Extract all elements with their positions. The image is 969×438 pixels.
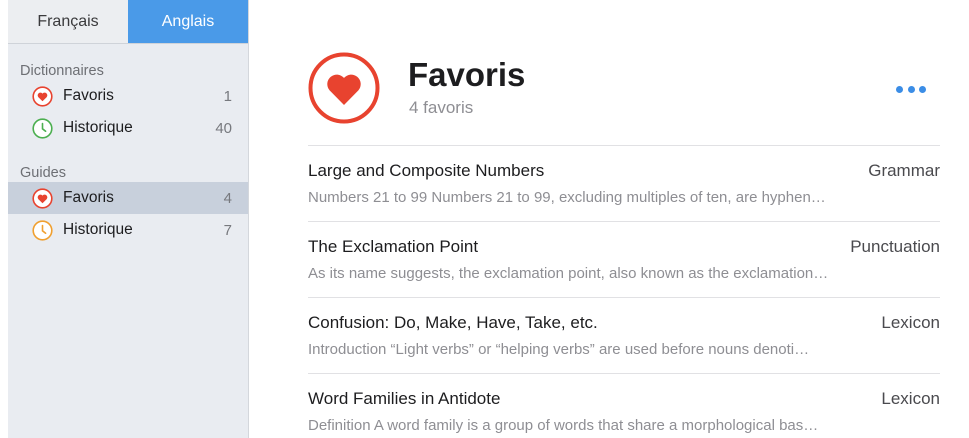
sidebar-item-guides-favorites[interactable]: Favoris 4 [8, 182, 248, 214]
list-item-title: Confusion: Do, Make, Have, Take, etc. [308, 313, 598, 332]
heart-icon [32, 187, 53, 209]
english-tab[interactable]: Anglais [128, 0, 248, 43]
sidebar-item-label: Favoris [63, 189, 114, 206]
favorites-list: Large and Composite Numbers Grammar Numb… [308, 145, 940, 438]
list-item-description: As its name suggests, the exclamation po… [308, 265, 829, 282]
sidebar-item-count: 1 [223, 87, 232, 105]
ellipsis-icon [907, 85, 915, 93]
heart-icon [32, 85, 53, 107]
language-segmented-control: Français Anglais [8, 0, 248, 44]
list-item-category: Punctuation [850, 237, 940, 256]
list-item[interactable]: Large and Composite Numbers Grammar Numb… [308, 145, 940, 221]
page-header: Favoris 4 favoris [308, 50, 938, 130]
section-title-dictionaries: Dictionnaires [20, 63, 104, 79]
french-tab[interactable]: Français [8, 0, 128, 43]
ellipsis-icon [896, 85, 903, 93]
sidebar-item-label: Historique [63, 221, 133, 238]
sidebar-item-guides-history[interactable]: Historique 7 [8, 214, 248, 246]
sidebar-item-dict-favorites[interactable]: Favoris 1 [8, 80, 248, 112]
list-item-description: Numbers 21 to 99 Numbers 21 to 99, exclu… [308, 189, 826, 206]
list-item-description: Introduction “Light verbs” or “helping v… [308, 341, 810, 358]
list-item-category: Lexicon [881, 313, 940, 332]
list-item-title: The Exclamation Point [308, 237, 479, 256]
list-item-category: Lexicon [881, 389, 940, 408]
sidebar-item-dict-history[interactable]: Historique 40 [8, 112, 248, 144]
ellipsis-icon [919, 85, 926, 93]
list-item-title: Word Families in Antidote [308, 389, 501, 408]
clock-icon [32, 219, 53, 241]
clock-icon [32, 117, 53, 139]
section-title-guides: Guides [20, 165, 66, 181]
list-item-description: Definition A word family is a group of w… [308, 417, 819, 434]
list-item-title: Large and Composite Numbers [308, 161, 545, 180]
list-item[interactable]: The Exclamation Point Punctuation As its… [308, 221, 940, 297]
more-options-button[interactable] [892, 75, 930, 103]
sidebar-item-count: 7 [223, 221, 232, 239]
page-subtitle: 4 favoris [409, 98, 474, 117]
sidebar-item-label: Historique [63, 119, 133, 136]
heart-icon [308, 52, 380, 124]
sidebar-item-label: Favoris [63, 87, 114, 104]
list-item[interactable]: Word Families in Antidote Lexicon Defini… [308, 373, 940, 438]
sidebar-item-count: 4 [223, 189, 232, 207]
list-item-category: Grammar [868, 161, 940, 180]
main-content: Favoris 4 favoris Large and Composite Nu… [249, 0, 969, 438]
sidebar-item-count: 40 [215, 119, 232, 137]
list-item[interactable]: Confusion: Do, Make, Have, Take, etc. Le… [308, 297, 940, 373]
page-title: Favoris [408, 56, 526, 93]
sidebar: Français Anglais Dictionnaires Favoris 1… [8, 0, 249, 438]
